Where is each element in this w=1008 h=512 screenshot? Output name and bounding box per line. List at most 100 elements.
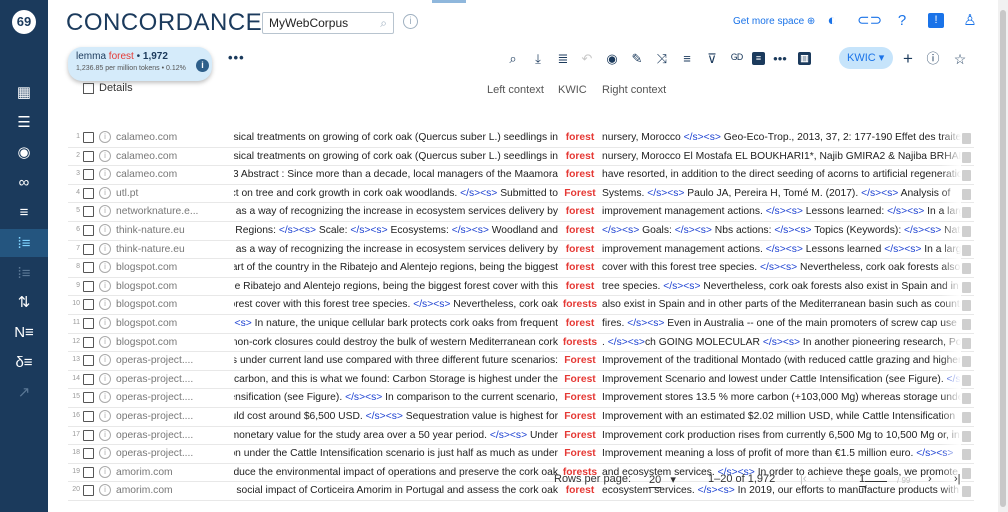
row-checkbox[interactable] — [83, 206, 94, 218]
user-icon[interactable]: ♙ — [960, 11, 980, 31]
row-source[interactable]: blogspot.com — [116, 337, 231, 348]
kwic-keyword[interactable]: forest — [562, 262, 598, 273]
summary-info-icon[interactable]: i — [196, 59, 209, 72]
app-logo-icon[interactable]: 69 — [12, 10, 36, 34]
row-info-icon[interactable]: i — [99, 131, 111, 143]
corpus-selector[interactable]: MyWebCorpus ⌕ — [262, 12, 394, 34]
row-info-icon[interactable]: i — [99, 186, 111, 199]
row-info-icon[interactable]: i — [99, 298, 111, 311]
kwic-keyword[interactable]: Forest — [562, 430, 598, 441]
get-more-space-link[interactable]: Get more space ⊕ — [733, 16, 815, 27]
row-info-icon[interactable]: i — [99, 372, 111, 385]
copy-icon[interactable] — [962, 188, 971, 200]
highlight-icon[interactable]: ✎ — [628, 50, 646, 68]
scrollbar-thumb[interactable] — [1000, 10, 1006, 507]
copy-icon[interactable] — [962, 263, 971, 275]
table-row[interactable]: 8 i blogspot.com ern part of the country in… — [68, 259, 974, 278]
kwic-keyword[interactable]: forest — [562, 225, 598, 236]
row-info-icon[interactable]: i — [99, 168, 111, 181]
kwic-keyword[interactable]: forest — [562, 281, 598, 292]
theme-toggle-icon[interactable]: ◐ — [822, 11, 842, 31]
row-info-icon[interactable]: i — [99, 409, 111, 422]
row-source[interactable]: think-nature.eu — [116, 225, 231, 236]
first-page-icon[interactable]: |‹ — [800, 473, 807, 485]
view-mode-dropdown[interactable]: KWIC ▾ — [839, 47, 893, 69]
row-checkbox[interactable] — [83, 224, 94, 236]
shuffle-icon[interactable]: ⤨ — [653, 50, 671, 68]
row-info-icon[interactable]: i — [99, 447, 111, 460]
copy-icon[interactable] — [962, 430, 971, 442]
row-checkbox[interactable] — [83, 373, 94, 385]
row-source[interactable]: think-nature.eu — [116, 244, 231, 255]
search-again-icon[interactable]: ⌕ — [504, 50, 522, 68]
row-source[interactable]: operas-project.... — [116, 448, 231, 459]
last-page-icon[interactable]: ›| — [954, 473, 961, 485]
row-checkbox[interactable] — [83, 355, 94, 367]
kwic-keyword[interactable]: forest — [562, 151, 598, 162]
copy-icon[interactable] — [962, 356, 971, 368]
page-number-input[interactable]: 1 — [859, 473, 888, 487]
row-source[interactable]: amorim.com — [116, 467, 231, 478]
gdex-icon[interactable]: ᴳᴰ — [728, 50, 746, 68]
copy-icon[interactable] — [962, 151, 971, 163]
table-row[interactable]: 17 i operas-project....ed its monetary val… — [68, 426, 974, 446]
dashboard-icon[interactable]: ▦ — [0, 78, 48, 106]
table-row[interactable]: 2 i calameo.com of physical treatments on g… — [68, 147, 974, 167]
previous-page-icon[interactable]: ‹ — [828, 473, 832, 485]
row-checkbox[interactable] — [83, 410, 94, 422]
share-link-icon[interactable]: ⊂⊃ — [857, 11, 882, 31]
kwic-keyword[interactable]: Forest — [562, 188, 598, 199]
table-row[interactable]: 15 i operas-project....le Intensification … — [68, 389, 974, 408]
link-icon[interactable]: ∞ — [0, 168, 48, 196]
visibility-icon[interactable]: ◉ — [603, 50, 621, 68]
row-info-icon[interactable]: i — [99, 149, 111, 162]
collocations-icon[interactable]: ••• — [771, 50, 789, 68]
copy-icon[interactable] — [962, 411, 971, 423]
kwic-keyword[interactable]: Forest — [562, 392, 598, 403]
row-checkbox[interactable] — [83, 299, 94, 311]
more-options-button[interactable]: ••• — [228, 50, 245, 65]
row-info-icon[interactable]: i — [99, 391, 111, 404]
row-info-icon[interactable]: i — [99, 335, 111, 348]
row-checkbox[interactable] — [83, 317, 94, 329]
feedback-icon[interactable]: ! — [928, 13, 944, 28]
row-info-icon[interactable]: i — [99, 465, 111, 478]
table-row[interactable]: 16 i operas-project....ce would cost aroun… — [68, 407, 974, 427]
row-source[interactable]: blogspot.com — [116, 299, 231, 310]
row-checkbox[interactable] — [83, 466, 94, 478]
row-checkbox[interactable] — [83, 243, 94, 255]
copy-icon[interactable] — [962, 244, 971, 256]
row-checkbox[interactable] — [83, 150, 94, 162]
table-row[interactable]: 4 i utl.ptly effect on tree and cork growt… — [68, 184, 974, 204]
copy-icon[interactable] — [962, 170, 971, 182]
download-icon[interactable]: ⤓ — [529, 50, 547, 68]
row-source[interactable]: blogspot.com — [116, 318, 231, 329]
row-source[interactable]: operas-project.... — [116, 411, 231, 422]
copy-icon[interactable] — [962, 467, 971, 479]
table-row[interactable]: 6 i think-nature.eus><s> Regions: </s><s> … — [68, 221, 974, 241]
kwic-keyword[interactable]: forests — [562, 299, 598, 310]
kwic-keyword[interactable]: Forest — [562, 448, 598, 459]
kwic-keyword[interactable]: Forest — [562, 411, 598, 422]
kwic-keyword[interactable]: forest — [562, 244, 598, 255]
kwic-keyword[interactable]: forest — [562, 132, 598, 143]
add-icon[interactable]: + — [899, 50, 917, 68]
favourite-star-icon[interactable]: ☆ — [951, 50, 969, 68]
result-summary[interactable]: lemma forest • 1,972 1,236.85 per millio… — [68, 47, 212, 81]
row-checkbox[interactable] — [83, 392, 94, 404]
row-source[interactable]: operas-project.... — [116, 374, 231, 385]
row-source[interactable]: utl.pt — [116, 188, 231, 199]
copy-icon[interactable] — [962, 374, 971, 386]
copy-icon[interactable] — [962, 337, 971, 349]
row-info-icon[interactable]: i — [99, 428, 111, 441]
details-header[interactable]: Details — [99, 82, 133, 94]
copy-icon[interactable] — [962, 281, 971, 293]
list-icon[interactable]: ☰ — [0, 108, 48, 136]
text-type-icon[interactable]: ≡ — [752, 52, 765, 65]
copy-icon[interactable] — [962, 393, 971, 405]
parallel-concordance-icon[interactable]: ⁞≡ — [0, 259, 48, 287]
filter-icon[interactable]: ⊽ — [703, 50, 721, 68]
row-source[interactable]: calameo.com — [116, 151, 231, 162]
frequency-chart-icon[interactable]: ▥ — [798, 52, 811, 65]
row-info-icon[interactable]: i — [99, 484, 111, 497]
